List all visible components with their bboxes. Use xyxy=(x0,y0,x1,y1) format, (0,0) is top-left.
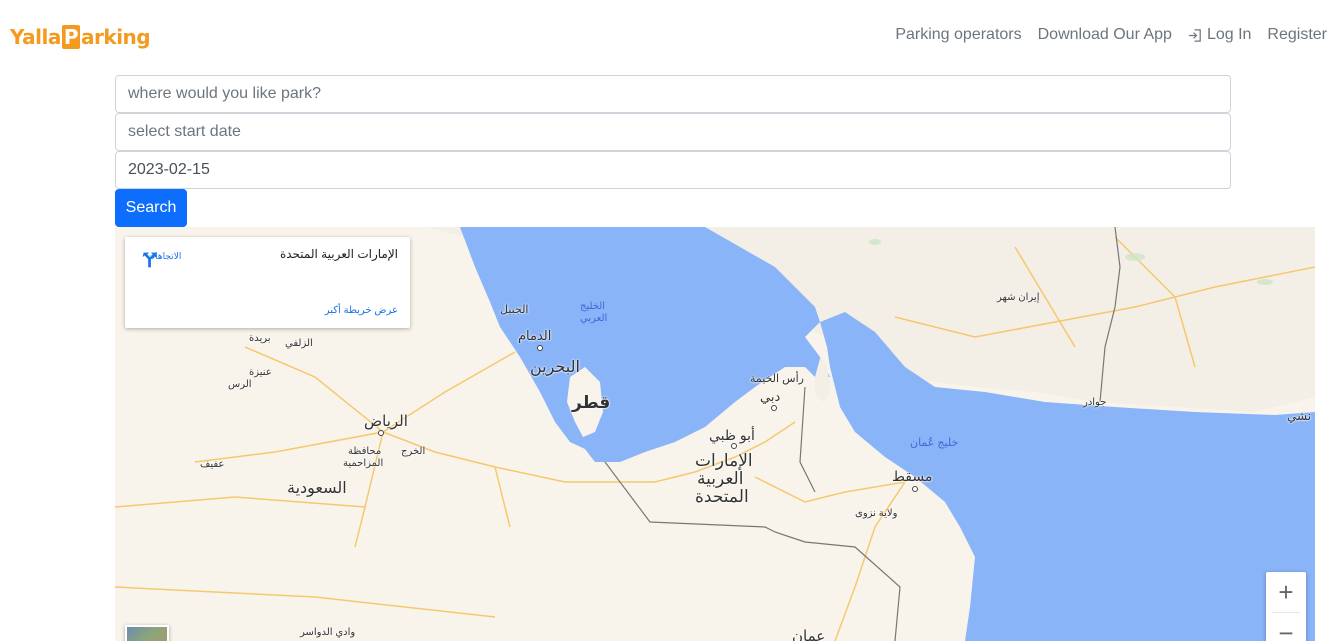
location-input[interactable] xyxy=(115,75,1231,113)
map-label-wadi-dawasir: وادي الدواسر xyxy=(300,627,356,638)
map-label-gulf-of-oman: خليج عُمان xyxy=(910,437,959,449)
zoom-in-button[interactable]: + xyxy=(1266,572,1306,612)
city-dot-riyadh xyxy=(378,430,384,436)
nav-links: Parking operators Download Our App Log I… xyxy=(895,26,1327,44)
map-label-jubail: الجبيل xyxy=(500,304,529,316)
map-label-ras-khaimah: رأس الخيمة xyxy=(750,373,804,385)
map-label-gwadar: جوادر xyxy=(1083,397,1107,408)
map-label-gulf-line2: العربي xyxy=(580,313,608,324)
nav-register[interactable]: Register xyxy=(1267,26,1327,44)
map-label-uae-line1: الإمارات xyxy=(695,451,753,470)
map-label-nizwa: ولاية نزوى xyxy=(855,508,898,519)
nav-download-app[interactable]: Download Our App xyxy=(1038,26,1172,44)
nav-log-in[interactable]: Log In xyxy=(1188,26,1251,44)
place-title: الإمارات العربية المتحدة xyxy=(279,247,398,261)
search-form xyxy=(115,75,1231,189)
map-label-muzahmiyah-line1: محافظة xyxy=(348,446,382,457)
nav-parking-operators[interactable]: Parking operators xyxy=(895,26,1021,44)
city-dot-muscat xyxy=(912,486,918,492)
map-label-unaizah: عنيزة xyxy=(249,367,272,378)
zoom-controls: + − xyxy=(1266,572,1306,641)
end-date-input[interactable] xyxy=(115,151,1231,189)
map-label-buraydah: بريدة xyxy=(249,333,271,344)
map-label-afif: عفيف xyxy=(200,459,225,470)
map-label-muzahmiyah-line2: المزاحمية xyxy=(343,458,384,469)
map-label-iranshahr: إيران شهر xyxy=(997,292,1040,303)
map-embed[interactable]: الجبيل الدمام البحرين قطر الخليج العربي … xyxy=(115,227,1315,641)
yallaparking-logo[interactable]: Yalla Parking xyxy=(10,22,151,52)
map-label-panjgur-partial: نشي xyxy=(1287,409,1312,423)
map-label-riyadh: الرياض xyxy=(364,413,408,430)
map-label-dubai: دبي xyxy=(760,389,781,404)
map-type-thumbnail[interactable] xyxy=(125,625,169,641)
directions-button[interactable]: الاتجاهات xyxy=(139,249,189,268)
logo-text-yalla: Yalla xyxy=(10,25,61,49)
map-label-saudi: السعودية xyxy=(287,480,347,497)
login-icon xyxy=(1188,28,1201,42)
logo-p-box: P xyxy=(61,25,81,49)
city-dot-dubai xyxy=(771,405,777,411)
zoom-out-button[interactable]: − xyxy=(1266,613,1306,641)
map-label-dammam: الدمام xyxy=(518,328,552,343)
map-label-oman: عمان xyxy=(792,628,826,641)
nav-log-in-label: Log In xyxy=(1206,26,1252,43)
start-date-input[interactable] xyxy=(115,113,1231,151)
map-label-uae-line2: العربية xyxy=(697,469,744,488)
larger-map-link[interactable]: عرض خريطة أكبر xyxy=(325,305,398,316)
place-info-card: الإمارات العربية المتحدة الاتجاهات عرض خ… xyxy=(125,237,410,328)
top-navbar: Yalla Parking Parking operators Download … xyxy=(0,0,1342,72)
map-label-abu-dhabi: أبو ظبي xyxy=(709,427,755,443)
map-label-zulfi: الزلفي xyxy=(285,338,313,349)
map-label-uae-line3: المتحدة xyxy=(695,487,749,506)
map-label-kharj: الخرج xyxy=(401,446,426,457)
map-label-gulf-line1: الخليج xyxy=(580,301,606,312)
logo-text-arking: arking xyxy=(81,25,151,49)
map-label-bahrain: البحرين xyxy=(530,359,580,376)
map-label-rass: الرس xyxy=(228,379,252,390)
directions-icon xyxy=(142,252,157,268)
search-button[interactable]: Search xyxy=(115,189,187,227)
map-label-qatar: قطر xyxy=(572,393,611,412)
city-dot-dammam xyxy=(537,345,543,351)
city-dot-abu-dhabi xyxy=(731,443,737,449)
map-label-muscat: مسقط xyxy=(892,468,933,484)
